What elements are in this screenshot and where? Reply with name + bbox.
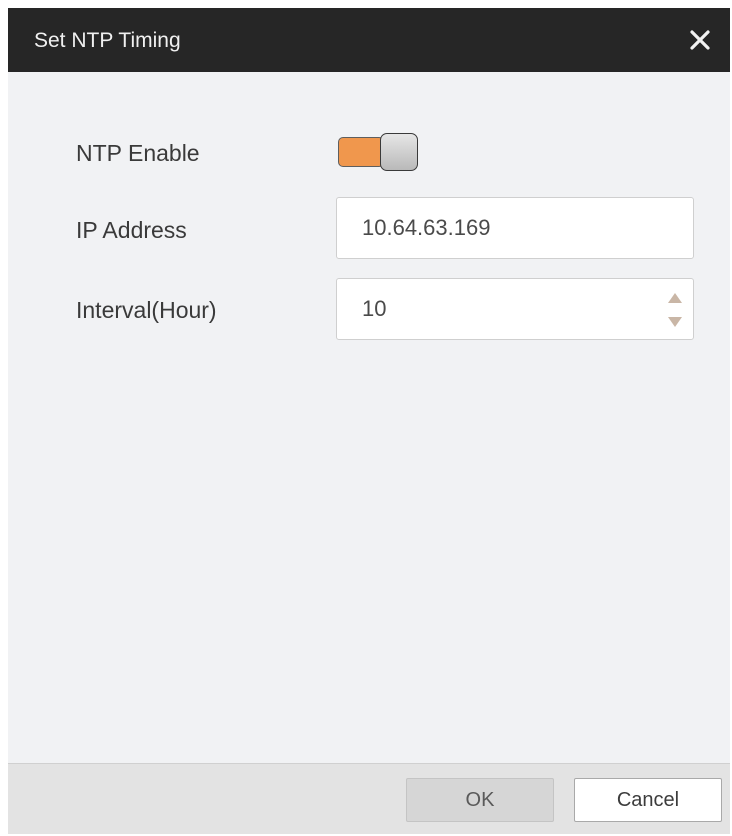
ok-button[interactable]: OK <box>406 778 554 822</box>
interval-field[interactable] <box>336 278 694 340</box>
ip-address-label: IP Address <box>76 217 187 243</box>
ip-address-input[interactable] <box>337 198 637 258</box>
close-icon <box>690 30 710 50</box>
ntp-dialog: Set NTP Timing NTP Enable IP Address Int… <box>8 8 730 834</box>
spin-up-icon <box>668 293 682 303</box>
ip-address-field[interactable] <box>336 197 694 259</box>
ntp-enable-toggle[interactable] <box>338 133 420 171</box>
toggle-track <box>338 137 384 167</box>
spin-up-button[interactable] <box>665 290 685 306</box>
dialog-footer: OK Cancel <box>8 763 730 834</box>
dialog-title: Set NTP Timing <box>34 29 181 52</box>
dialog-titlebar: Set NTP Timing <box>8 8 730 72</box>
spin-down-icon <box>668 317 682 327</box>
spin-down-button[interactable] <box>665 314 685 330</box>
ntp-enable-label: NTP Enable <box>76 140 200 166</box>
interval-label: Interval(Hour) <box>76 297 217 323</box>
toggle-knob <box>380 133 418 171</box>
cancel-button[interactable]: Cancel <box>574 778 722 822</box>
close-button[interactable] <box>684 24 716 56</box>
interval-input[interactable] <box>337 279 637 339</box>
